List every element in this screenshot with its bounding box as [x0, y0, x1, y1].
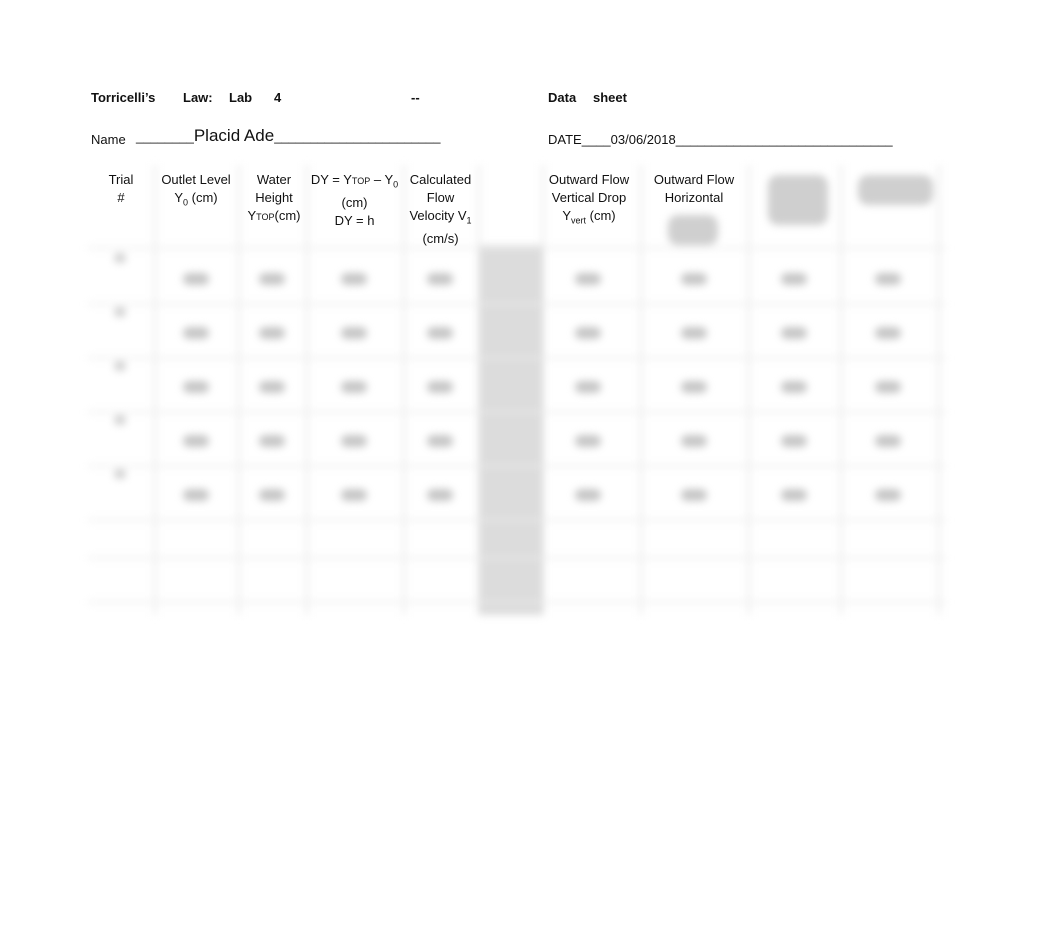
blurred-cell-value: [259, 273, 285, 285]
blurred-cell-value: [875, 327, 901, 339]
title-word: Data: [548, 90, 577, 105]
title-word: --: [411, 90, 420, 105]
header-horizontal: Outward Flow Horizontal: [653, 172, 735, 205]
grid-line: [88, 601, 946, 603]
blurred-cell-value: [781, 489, 807, 501]
title-word: Torricelli’s: [91, 90, 156, 105]
grid-line: [640, 165, 642, 615]
blurred-cell-value: [781, 273, 807, 285]
blurred-cell-value: [781, 327, 807, 339]
header-vertical-drop: Outward Flow Vertical Drop Yvert (cm): [548, 172, 630, 226]
blurred-trial-number: [114, 253, 126, 263]
blurred-cell-value: [681, 435, 707, 447]
blurred-cell-value: [781, 435, 807, 447]
blurred-header: [768, 175, 828, 225]
blurred-cell-value: [183, 327, 209, 339]
blurred-cell-value: [427, 273, 453, 285]
grid-line: [88, 465, 946, 467]
blurred-cell-value: [875, 435, 901, 447]
grid-line: [748, 165, 750, 615]
grid-line: [154, 165, 156, 615]
blurred-cell-value: [575, 327, 601, 339]
blurred-cell-value: [875, 273, 901, 285]
grid-line: [88, 357, 946, 359]
blurred-cell-value: [875, 489, 901, 501]
blurred-table-body: [88, 165, 946, 615]
blurred-cell-value: [681, 381, 707, 393]
blurred-cell-value: [681, 327, 707, 339]
blurred-cell-value: [427, 435, 453, 447]
data-table: Trial # Outlet Level Y0 (cm) Water Height Yt…: [88, 165, 946, 615]
blurred-cell-value: [781, 381, 807, 393]
grid-line: [840, 165, 842, 615]
title-word: Lab: [229, 90, 253, 105]
title-word: sheet: [593, 90, 627, 105]
blurred-cell-value: [575, 273, 601, 285]
blurred-cell-value: [259, 435, 285, 447]
blurred-trial-number: [114, 307, 126, 317]
grid-line: [88, 247, 946, 249]
grid-line: [306, 165, 308, 615]
grid-line: [88, 303, 946, 305]
blurred-header: [668, 215, 718, 245]
blurred-cell-value: [875, 381, 901, 393]
blurred-cell-value: [183, 435, 209, 447]
blurred-cell-value: [183, 381, 209, 393]
blurred-header: [858, 175, 933, 205]
name-label: Name: [91, 132, 126, 147]
blurred-cell-value: [341, 435, 367, 447]
blurred-cell-value: [575, 435, 601, 447]
shaded-column: [478, 245, 542, 615]
blurred-trial-number: [114, 469, 126, 479]
blurred-cell-value: [341, 273, 367, 285]
title-word: Law:: [183, 90, 213, 105]
grid-line: [238, 165, 240, 615]
header-outlet-level: Outlet Level Y0 (cm): [161, 172, 231, 208]
date-label: DATE: [548, 132, 582, 147]
blurred-cell-value: [575, 489, 601, 501]
blurred-cell-value: [259, 327, 285, 339]
header-water-height: Water Height Ytop(cm): [247, 172, 301, 223]
blurred-cell-value: [341, 327, 367, 339]
name-field: ________Placid Ade______________________…: [136, 126, 441, 145]
blurred-cell-value: [259, 381, 285, 393]
blurred-trial-number: [114, 415, 126, 425]
grid-line: [88, 519, 946, 521]
blurred-trial-number: [114, 361, 126, 371]
grid-line: [88, 411, 946, 413]
grid-line: [938, 165, 940, 615]
date-value: 03/06/2018: [610, 132, 676, 147]
blurred-cell-value: [341, 381, 367, 393]
blurred-cell-value: [183, 489, 209, 501]
blurred-cell-value: [183, 273, 209, 285]
blurred-cell-value: [259, 489, 285, 501]
blurred-cell-value: [681, 273, 707, 285]
name-value: Placid Ade: [193, 126, 275, 145]
blurred-cell-value: [427, 489, 453, 501]
header-velocity: Calculated Flow Velocity V1 (cm/s): [409, 172, 472, 246]
header-dy: DY = Ytop – Y0 (cm) DY = h: [310, 172, 399, 228]
blurred-cell-value: [341, 489, 367, 501]
grid-line: [542, 165, 544, 615]
blurred-cell-value: [681, 489, 707, 501]
date-field: DATE____03/06/2018______________________…: [548, 132, 893, 147]
header-trial: Trial #: [108, 172, 134, 205]
blurred-cell-value: [575, 381, 601, 393]
blurred-cell-value: [427, 381, 453, 393]
grid-line: [478, 165, 480, 615]
grid-line: [88, 557, 946, 559]
title-word: 4: [274, 90, 282, 105]
blurred-cell-value: [427, 327, 453, 339]
